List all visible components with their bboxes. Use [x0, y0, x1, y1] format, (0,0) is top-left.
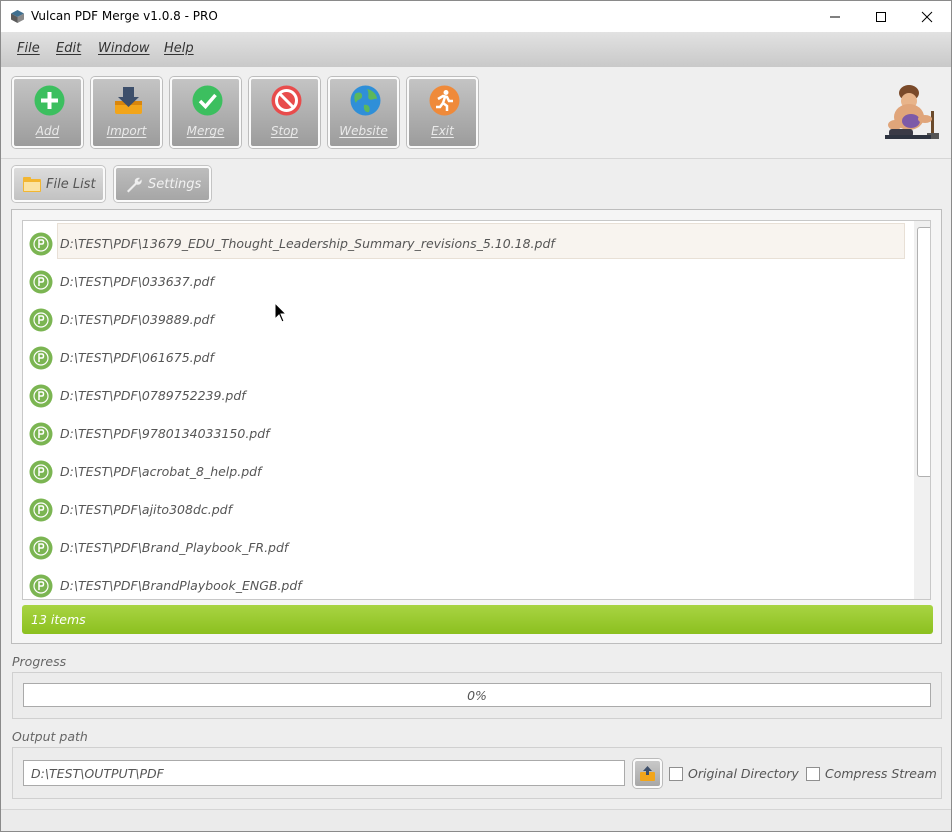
file-list-panel: D:\TEST\PDF\13679_EDU_Thought_Leadership…: [11, 209, 942, 644]
stop-button[interactable]: Stop: [249, 77, 320, 148]
menu-help[interactable]: Help: [164, 41, 194, 56]
progress-text: 0%: [467, 688, 487, 703]
folder-upload-icon: [640, 766, 655, 781]
file-list[interactable]: D:\TEST\PDF\13679_EDU_Thought_Leadership…: [22, 220, 931, 600]
vulcan-mascot-logo: [885, 85, 939, 139]
list-item[interactable]: D:\TEST\PDF\033637.pdf: [23, 259, 905, 297]
compress-stream-label: Compress Stream: [825, 766, 937, 781]
import-label: Import: [106, 124, 147, 138]
file-path: D:\TEST\PDF\Brand_Playbook_FR.pdf: [60, 540, 289, 555]
toolbar: Add Import Merge Stop Website Exit: [1, 67, 951, 159]
maximize-icon: [876, 11, 886, 22]
maximize-button[interactable]: [858, 1, 904, 32]
import-icon: [115, 87, 142, 114]
menu-bar: File Edit Window Help: [1, 32, 951, 67]
tab-settings-label: Settings: [148, 177, 202, 192]
output-group: Original Directory Compress Stream: [12, 747, 942, 799]
file-path: D:\TEST\PDF\ajito308dc.pdf: [60, 502, 232, 517]
app-window: Vulcan PDF Merge v1.0.8 - PRO File Edit …: [0, 0, 952, 832]
stop-label: Stop: [270, 124, 299, 138]
globe-icon: [350, 85, 381, 116]
list-item[interactable]: D:\TEST\PDF\ajito308dc.pdf: [23, 487, 905, 525]
original-directory-label: Original Directory: [688, 766, 799, 781]
wrench-icon: [127, 177, 142, 193]
original-directory-checkbox[interactable]: [669, 767, 683, 781]
list-item[interactable]: D:\TEST\PDF\Brand_Playbook_FR.pdf: [23, 525, 905, 563]
pdf-file-icon: [29, 308, 53, 332]
minimize-button[interactable]: [812, 1, 858, 32]
output-path-label: Output path: [12, 729, 88, 744]
pdf-file-icon: [29, 384, 53, 408]
file-path: D:\TEST\PDF\0789752239.pdf: [60, 388, 246, 403]
pdf-file-icon: [29, 232, 53, 256]
list-item[interactable]: D:\TEST\PDF\0789752239.pdf: [23, 373, 905, 411]
add-button[interactable]: Add: [12, 77, 83, 148]
exit-button[interactable]: Exit: [407, 77, 478, 148]
file-path: D:\TEST\PDF\BrandPlaybook_ENGB.pdf: [60, 578, 302, 593]
file-path: D:\TEST\PDF\acrobat_8_help.pdf: [60, 464, 262, 479]
pdf-file-icon: [29, 536, 53, 560]
output-path-input[interactable]: [23, 760, 625, 786]
website-button[interactable]: Website: [328, 77, 399, 148]
scrollbar-thumb[interactable]: [917, 227, 930, 477]
browse-folder-button[interactable]: [633, 759, 662, 788]
close-button[interactable]: [904, 1, 950, 32]
file-path: D:\TEST\PDF\13679_EDU_Thought_Leadership…: [60, 236, 555, 251]
close-icon: [921, 11, 933, 22]
progress-label: Progress: [12, 654, 67, 669]
exit-icon: [429, 85, 460, 116]
item-count: 13 items: [31, 612, 86, 627]
menu-file[interactable]: File: [17, 41, 40, 56]
window-title: Vulcan PDF Merge v1.0.8 - PRO: [31, 9, 218, 23]
title-bar: Vulcan PDF Merge v1.0.8 - PRO: [1, 1, 951, 32]
file-path: D:\TEST\PDF\039889.pdf: [60, 312, 214, 327]
website-label: Website: [339, 124, 388, 138]
pdf-file-icon: [29, 460, 53, 484]
pdf-file-icon: [29, 422, 53, 446]
list-item[interactable]: D:\TEST\PDF\acrobat_8_help.pdf: [23, 449, 905, 487]
file-path: D:\TEST\PDF\033637.pdf: [60, 274, 214, 289]
pdf-file-icon: [29, 574, 53, 598]
item-count-bar: 13 items: [22, 605, 933, 634]
menu-window[interactable]: Window: [98, 41, 150, 56]
import-button[interactable]: Import: [91, 77, 162, 148]
tab-settings[interactable]: Settings: [114, 166, 211, 202]
progress-bar: 0%: [23, 683, 931, 707]
tab-file-list-label: File List: [46, 177, 96, 192]
status-bar: [1, 809, 951, 831]
menu-edit[interactable]: Edit: [56, 41, 81, 56]
list-item[interactable]: D:\TEST\PDF\039889.pdf: [23, 297, 905, 335]
add-label: Add: [35, 124, 60, 138]
list-item[interactable]: D:\TEST\PDF\13679_EDU_Thought_Leadership…: [23, 221, 905, 259]
stop-icon: [271, 85, 302, 116]
list-item[interactable]: D:\TEST\PDF\9780134033150.pdf: [23, 411, 905, 449]
vertical-scrollbar[interactable]: [914, 221, 930, 599]
app-logo-icon: [11, 10, 24, 23]
folder-icon: [23, 177, 41, 192]
compress-stream-checkbox[interactable]: [806, 767, 820, 781]
merge-label: Merge: [186, 124, 225, 138]
mouse-cursor-icon: [274, 302, 288, 323]
pdf-file-icon: [29, 346, 53, 370]
file-path: D:\TEST\PDF\061675.pdf: [60, 350, 214, 365]
file-path: D:\TEST\PDF\9780134033150.pdf: [60, 426, 270, 441]
progress-group: 0%: [12, 672, 942, 719]
list-item[interactable]: D:\TEST\PDF\BrandPlaybook_ENGB.pdf: [23, 563, 905, 599]
add-icon: [34, 85, 65, 116]
list-item[interactable]: D:\TEST\PDF\061675.pdf: [23, 335, 905, 373]
pdf-file-icon: [29, 498, 53, 522]
merge-button[interactable]: Merge: [170, 77, 241, 148]
minimize-icon: [830, 16, 840, 17]
merge-icon: [192, 85, 223, 116]
pdf-file-icon: [29, 270, 53, 294]
tab-file-list[interactable]: File List: [12, 166, 105, 202]
exit-label: Exit: [431, 124, 454, 138]
